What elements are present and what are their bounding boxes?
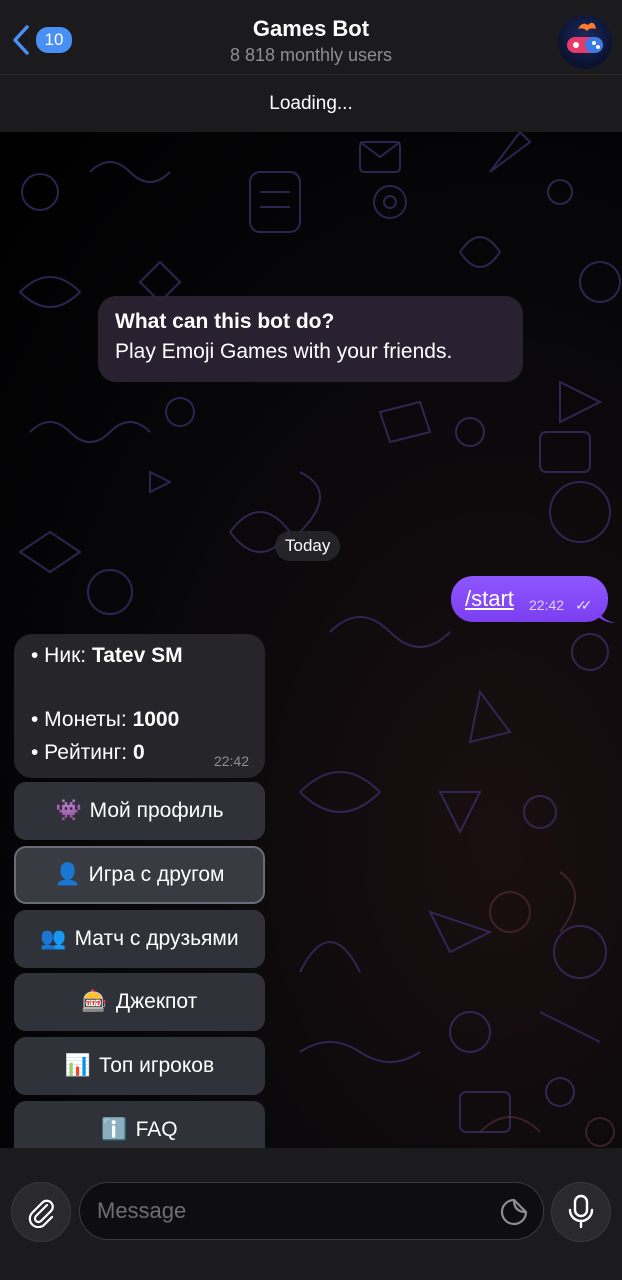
coins-label: • Монеты: [31,708,133,731]
bar-chart-icon: 📊 [64,1054,92,1077]
incoming-message[interactable]: • Ник: Tatev SM • Монеты: 1000 • Рейтинг… [14,634,265,778]
keyboard-button-label: Топ игроков [99,1054,215,1077]
nick-value: Tatev SM [91,644,183,667]
sticker-icon[interactable] [499,1197,529,1227]
keyboard-button-top-players[interactable]: 📊 Топ игроков [14,1037,265,1095]
paperclip-icon [28,1199,54,1228]
composer-bar [0,1148,622,1280]
keyboard-button-match-friends[interactable]: 👥 Матч с друзьями [14,910,265,968]
message-input[interactable] [79,1182,544,1240]
users-icon: 👥 [40,927,67,950]
nick-row: • Ник: Tatev SM [31,644,183,668]
rating-row: • Рейтинг: 0 [31,741,145,765]
info-icon: ℹ️ [101,1118,128,1141]
coins-value: 1000 [132,708,180,731]
message-time: 22:42 [529,597,565,613]
keyboard-button-label: Мой профиль [89,799,224,822]
bot-info-card: What can this bot do? Play Emoji Games w… [98,296,523,382]
keyboard-button-play-friend[interactable]: 👤 Игра с другом [14,846,265,904]
voice-record-button[interactable] [551,1182,611,1242]
rating-value: 0 [132,741,145,764]
slot-machine-icon: 🎰 [81,990,108,1013]
command-link[interactable]: /start [465,586,514,612]
keyboard-button-label: FAQ [135,1118,178,1141]
user-icon: 👤 [54,863,81,886]
chat-subtitle: 8 818 monthly users [229,45,393,65]
bot-info-text: Play Emoji Games with your friends. [115,340,453,363]
coins-row: • Монеты: 1000 [31,708,179,732]
microphone-icon [568,1194,594,1229]
gamepad-icon [567,22,603,53]
rating-label: • Рейтинг: [31,741,133,764]
message-time: 22:42 [213,753,249,769]
keyboard-button-label: Матч с друзьями [74,927,239,950]
outgoing-message[interactable]: /start 22:42 ✓✓ [451,576,608,622]
keyboard-button-label: Джекпот [115,990,198,1013]
chat-title[interactable]: Games Bot [0,16,622,42]
bubble-tail-icon [598,608,616,623]
bot-avatar[interactable] [558,15,612,69]
read-checks-icon: ✓✓ [575,597,593,613]
keyboard-button-profile[interactable]: 👾 Мой профиль [14,782,265,840]
bot-info-title: What can this bot do? [115,310,335,333]
attach-button[interactable] [11,1182,71,1242]
keyboard-button-jackpot[interactable]: 🎰 Джекпот [14,973,265,1031]
chat-header: 10 Games Bot 8 818 monthly users [0,0,622,74]
date-separator: Today [275,531,341,561]
loading-status: Loading... [0,74,622,132]
keyboard-button-label: Игра с другом [88,863,225,886]
nick-label: • Ник: [31,644,92,667]
alien-monster-icon: 👾 [55,799,82,822]
